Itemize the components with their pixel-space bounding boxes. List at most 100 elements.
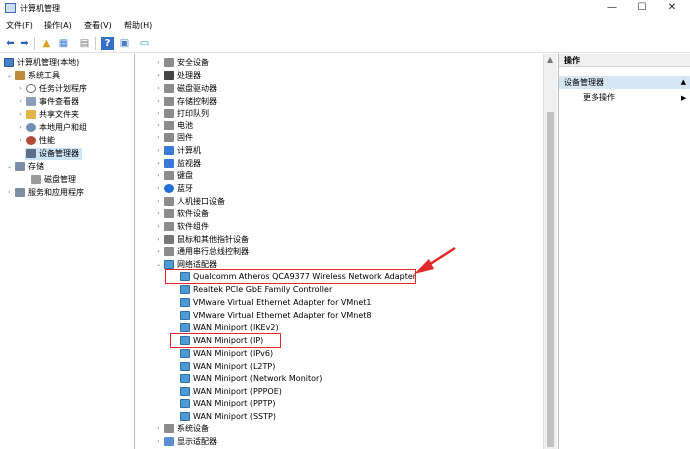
actions-section-device-manager[interactable]: 设备管理器 ▲ [559,76,690,89]
expand-icon[interactable]: › [154,120,163,132]
device-category[interactable]: › 软件设备 [154,208,209,220]
expand-icon[interactable]: › [154,70,163,82]
properties-icon[interactable]: ▤ [78,37,91,50]
expand-icon[interactable]: › [16,96,25,108]
close-button[interactable]: ✕ [658,0,686,18]
maximize-button[interactable]: ☐ [628,0,656,18]
expand-icon[interactable]: › [154,208,163,220]
expand-icon[interactable]: › [154,183,163,195]
navigation-tree: 计算机管理(本地) ⌄ 系统工具 › 任务计划程序 › 事件查看器 › 共享文件夹 › 本… [0,54,135,449]
device-category[interactable]: › 人机接口设备 [154,196,225,208]
help-icon[interactable]: ? [101,37,114,50]
actions-pane: 操作 设备管理器 ▲ 更多操作 ▶ [558,54,690,449]
collapse-icon[interactable]: ⌄ [5,161,14,173]
expand-icon[interactable]: › [154,436,163,448]
device-category[interactable]: › 显示适配器 [154,436,217,448]
expand-icon[interactable]: › [154,83,163,95]
device-category[interactable]: › 打印队列 [154,108,209,120]
tree-item-local-users[interactable]: › 本地用户和组 [16,122,87,134]
device-category[interactable]: › 计算机 [154,145,201,157]
tree-root[interactable]: 计算机管理(本地) [3,57,79,69]
more-actions-link[interactable]: 更多操作 [583,92,615,104]
expand-icon[interactable]: › [154,158,163,170]
device-category[interactable]: › 鼠标和其他指针设备 [154,234,249,246]
device-category[interactable]: › 监视器 [154,158,201,170]
software-device-icon [164,209,174,218]
network-adapter-icon [180,311,190,320]
device-category-label: 蓝牙 [177,184,193,193]
device-category[interactable]: › 蓝牙 [154,183,193,195]
expand-icon[interactable]: › [16,109,25,121]
device-category[interactable]: › 固件 [154,132,193,144]
scroll-up-icon[interactable]: ▲ [547,55,553,64]
expand-icon[interactable]: › [154,423,163,435]
tree-item-label: 磁盘管理 [44,175,76,184]
tree-item-task-scheduler[interactable]: › 任务计划程序 [16,83,87,95]
vertical-scrollbar[interactable]: ▲ [543,54,557,449]
device-category-label: 监视器 [177,159,201,168]
menu-action[interactable]: 操作(A) [44,20,72,31]
expand-icon[interactable]: › [154,108,163,120]
collapse-up-icon[interactable]: ▲ [681,76,686,89]
device-category[interactable]: › 存储控制器 [154,96,217,108]
tree-item-label: 性能 [39,136,55,145]
device-category[interactable]: › 安全设备 [154,57,209,69]
view-icon[interactable]: ▣ [118,37,131,50]
expand-icon[interactable]: › [16,135,25,147]
monitor-icon[interactable]: ▭ [138,37,151,50]
chevron-right-icon[interactable]: ▶ [681,92,686,104]
tree-item-event-viewer[interactable]: › 事件查看器 [16,96,79,108]
device-manager-icon [26,149,36,158]
expand-icon[interactable]: › [154,246,163,258]
minimize-button[interactable]: — [598,0,626,18]
tree-item-device-manager[interactable]: 设备管理器 [25,148,82,160]
expand-icon[interactable]: › [16,122,25,134]
network-adapter-item[interactable]: WAN Miniport (PPPOE) [179,386,282,398]
expand-icon[interactable]: › [16,83,25,95]
tree-item-shared-folders[interactable]: › 共享文件夹 [16,109,79,121]
show-hide-tree-icon[interactable]: ▦ [57,37,70,50]
expand-icon[interactable]: › [154,145,163,157]
network-adapter-icon [180,285,190,294]
expand-icon[interactable]: › [154,170,163,182]
network-adapter-item[interactable]: WAN Miniport (IPv6) [179,348,273,360]
menu-file[interactable]: 文件(F) [6,20,33,31]
device-category[interactable]: › 软件组件 [154,221,209,233]
device-category[interactable]: › 系统设备 [154,423,209,435]
scrollbar-thumb[interactable] [547,112,554,447]
device-category[interactable]: › 电池 [154,120,193,132]
forward-arrow-icon[interactable]: ➡ [18,37,31,50]
tree-item-services-apps[interactable]: › 服务和应用程序 [5,187,84,199]
expand-icon[interactable]: › [154,196,163,208]
tree-item-storage[interactable]: ⌄ 存储 [5,161,44,173]
tree-item-system-tools[interactable]: ⌄ 系统工具 [5,70,60,82]
tree-item-label: 存储 [28,162,44,171]
expand-icon[interactable]: › [5,187,14,199]
collapse-icon[interactable]: ⌄ [5,70,14,82]
tree-item-performance[interactable]: › 性能 [16,135,55,147]
device-category[interactable]: › 磁盘驱动器 [154,83,217,95]
tree-item-disk-management[interactable]: 磁盘管理 [30,174,76,186]
network-adapter-item[interactable]: VMware Virtual Ethernet Adapter for VMne… [179,297,372,309]
device-category[interactable]: › 处理器 [154,70,201,82]
event-log-icon [26,97,36,106]
menu-help[interactable]: 帮助(H) [124,20,152,31]
back-arrow-icon[interactable]: ⬅ [4,37,17,50]
network-adapter-item[interactable]: WAN Miniport (SSTP) [179,411,276,423]
network-adapter-item[interactable]: Realtek PCIe GbE Family Controller [179,284,332,296]
up-folder-icon[interactable]: ▲ [40,37,53,50]
network-adapter-item[interactable]: WAN Miniport (PPTP) [179,398,275,410]
expand-icon[interactable]: › [154,234,163,246]
menu-view[interactable]: 查看(V) [84,20,112,31]
device-category-label: 显示适配器 [177,437,217,446]
expand-icon[interactable]: › [154,221,163,233]
device-category[interactable]: › 通用串行总线控制器 [154,246,249,258]
network-adapter-item[interactable]: VMware Virtual Ethernet Adapter for VMne… [179,310,372,322]
network-adapter-item[interactable]: WAN Miniport (Network Monitor) [179,373,322,385]
device-category[interactable]: › 键盘 [154,170,193,182]
expand-icon[interactable]: › [154,57,163,69]
expand-icon[interactable]: › [154,96,163,108]
collapse-icon[interactable]: ⌄ [154,259,163,271]
network-adapter-item[interactable]: WAN Miniport (L2TP) [179,361,275,373]
expand-icon[interactable]: › [154,132,163,144]
